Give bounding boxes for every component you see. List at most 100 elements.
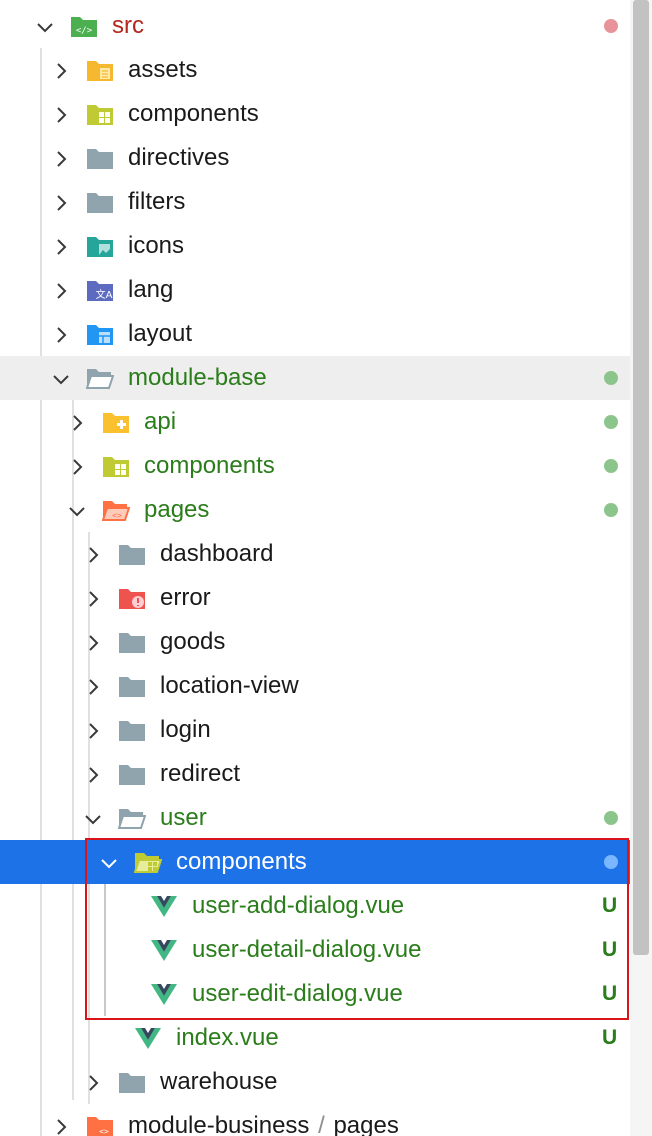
tree-row-error[interactable]: error bbox=[0, 576, 630, 620]
tree-row-assets[interactable]: assets bbox=[0, 48, 630, 92]
chevron-down-icon[interactable] bbox=[68, 502, 86, 520]
folder-icon bbox=[118, 718, 146, 742]
components-folder-icon bbox=[86, 102, 114, 126]
path-separator: / bbox=[318, 1112, 325, 1136]
chevron-right-icon[interactable] bbox=[52, 62, 70, 80]
chevron-right-icon[interactable] bbox=[68, 414, 86, 432]
modified-status-dot bbox=[604, 371, 618, 385]
api-folder-icon bbox=[102, 410, 130, 434]
tree-row-user-edit-dialog[interactable]: user-edit-dialog.vue U bbox=[0, 972, 630, 1016]
tree-row-goods[interactable]: goods bbox=[0, 620, 630, 664]
untracked-badge: U bbox=[602, 938, 618, 961]
tree-row-user-components[interactable]: components bbox=[0, 840, 630, 884]
modified-status-dot bbox=[604, 503, 618, 517]
chevron-right-icon[interactable] bbox=[84, 590, 102, 608]
folder-icon bbox=[118, 630, 146, 654]
tree-row-user-detail-dialog[interactable]: user-detail-dialog.vue U bbox=[0, 928, 630, 972]
vue-file-icon bbox=[134, 1026, 162, 1050]
tree-label: src bbox=[112, 12, 144, 39]
chevron-down-icon[interactable] bbox=[84, 810, 102, 828]
chevron-right-icon[interactable] bbox=[52, 326, 70, 344]
tree-row-module-base[interactable]: module-base bbox=[0, 356, 630, 400]
tree-row-user-add-dialog[interactable]: user-add-dialog.vue U bbox=[0, 884, 630, 928]
layout-folder-icon bbox=[86, 322, 114, 346]
chevron-right-icon[interactable] bbox=[52, 106, 70, 124]
vue-file-icon bbox=[150, 894, 178, 918]
chevron-right-icon[interactable] bbox=[52, 238, 70, 256]
tree-row-location-view[interactable]: location-view bbox=[0, 664, 630, 708]
tree-row-index-vue[interactable]: index.vue U bbox=[0, 1016, 630, 1060]
tree-label: components bbox=[144, 452, 275, 479]
chevron-right-icon[interactable] bbox=[84, 678, 102, 696]
open-folder-icon bbox=[118, 806, 146, 830]
tree-label: dashboard bbox=[160, 540, 274, 567]
tree-label: location-view bbox=[160, 672, 299, 699]
compact-child-name: pages bbox=[333, 1112, 399, 1136]
tree-row-module-base-components[interactable]: components bbox=[0, 444, 630, 488]
tree-row-user[interactable]: user bbox=[0, 796, 630, 840]
tree-label: directives bbox=[128, 144, 230, 171]
folder-icon bbox=[118, 762, 146, 786]
tree-label: error bbox=[160, 584, 211, 611]
tree-row-directives[interactable]: directives bbox=[0, 136, 630, 180]
tree-row-api[interactable]: api bbox=[0, 400, 630, 444]
chevron-right-icon[interactable] bbox=[84, 722, 102, 740]
folder-icon bbox=[86, 190, 114, 214]
tree-label: api bbox=[144, 408, 177, 435]
tree-label: module-business / pages bbox=[128, 1113, 399, 1136]
chevron-right-icon[interactable] bbox=[52, 282, 70, 300]
chevron-right-icon[interactable] bbox=[84, 546, 102, 564]
tree-label: index.vue bbox=[176, 1024, 279, 1051]
tree-row-filters[interactable]: filters bbox=[0, 180, 630, 224]
tree-row-icons[interactable]: icons bbox=[0, 224, 630, 268]
i18n-folder-icon: 文A bbox=[86, 278, 114, 302]
tree-row-pages[interactable]: <> pages bbox=[0, 488, 630, 532]
pages-folder-icon: <> bbox=[86, 1114, 114, 1136]
chevron-right-icon[interactable] bbox=[84, 634, 102, 652]
tree-label: components bbox=[128, 100, 259, 127]
tree-row-components[interactable]: components bbox=[0, 92, 630, 136]
untracked-badge: U bbox=[602, 982, 618, 1005]
selected-status-dot bbox=[604, 855, 618, 869]
tree-label: pages bbox=[144, 496, 210, 523]
tree-label: user-edit-dialog.vue bbox=[192, 980, 403, 1007]
vue-file-icon bbox=[150, 982, 178, 1006]
chevron-right-icon[interactable] bbox=[52, 1118, 70, 1136]
open-folder-icon bbox=[86, 366, 114, 390]
svg-text:文A: 文A bbox=[96, 288, 113, 301]
tree-label: assets bbox=[128, 56, 198, 83]
chevron-right-icon[interactable] bbox=[84, 1074, 102, 1092]
tree-row-layout[interactable]: layout bbox=[0, 312, 630, 356]
folder-icon bbox=[86, 146, 114, 170]
tree-row-warehouse[interactable]: warehouse bbox=[0, 1060, 630, 1104]
chevron-right-icon[interactable] bbox=[84, 766, 102, 784]
tree-label: login bbox=[160, 716, 211, 743]
scrollbar-thumb[interactable] bbox=[633, 0, 649, 955]
tree-row-dashboard[interactable]: dashboard bbox=[0, 532, 630, 576]
tree-row-module-business[interactable]: <> module-business / pages bbox=[0, 1104, 630, 1136]
chevron-down-icon[interactable] bbox=[36, 18, 54, 36]
tree-label: module-base bbox=[128, 364, 267, 391]
tree-row-src[interactable]: </> src bbox=[0, 4, 630, 48]
folder-icon bbox=[118, 1070, 146, 1094]
chevron-right-icon[interactable] bbox=[68, 458, 86, 476]
tree-row-login[interactable]: login bbox=[0, 708, 630, 752]
tree-label: goods bbox=[160, 628, 226, 655]
chevron-right-icon[interactable] bbox=[52, 194, 70, 212]
chevron-down-icon[interactable] bbox=[100, 854, 118, 872]
file-explorer-tree: </> src assets components directives fil… bbox=[0, 0, 630, 1136]
chevron-right-icon[interactable] bbox=[52, 150, 70, 168]
images-folder-icon bbox=[86, 234, 114, 258]
untracked-badge: U bbox=[602, 894, 618, 917]
tree-row-redirect[interactable]: redirect bbox=[0, 752, 630, 796]
untracked-badge: U bbox=[602, 1026, 618, 1049]
components-folder-icon bbox=[102, 454, 130, 478]
folder-name: module-business bbox=[128, 1112, 310, 1136]
assets-folder-icon bbox=[86, 58, 114, 82]
chevron-down-icon[interactable] bbox=[52, 370, 70, 388]
tree-row-lang[interactable]: 文A lang bbox=[0, 268, 630, 312]
tree-label: filters bbox=[128, 188, 186, 215]
src-folder-icon: </> bbox=[70, 14, 98, 38]
conflict-status-dot bbox=[604, 19, 618, 33]
tree-label: warehouse bbox=[160, 1068, 278, 1095]
